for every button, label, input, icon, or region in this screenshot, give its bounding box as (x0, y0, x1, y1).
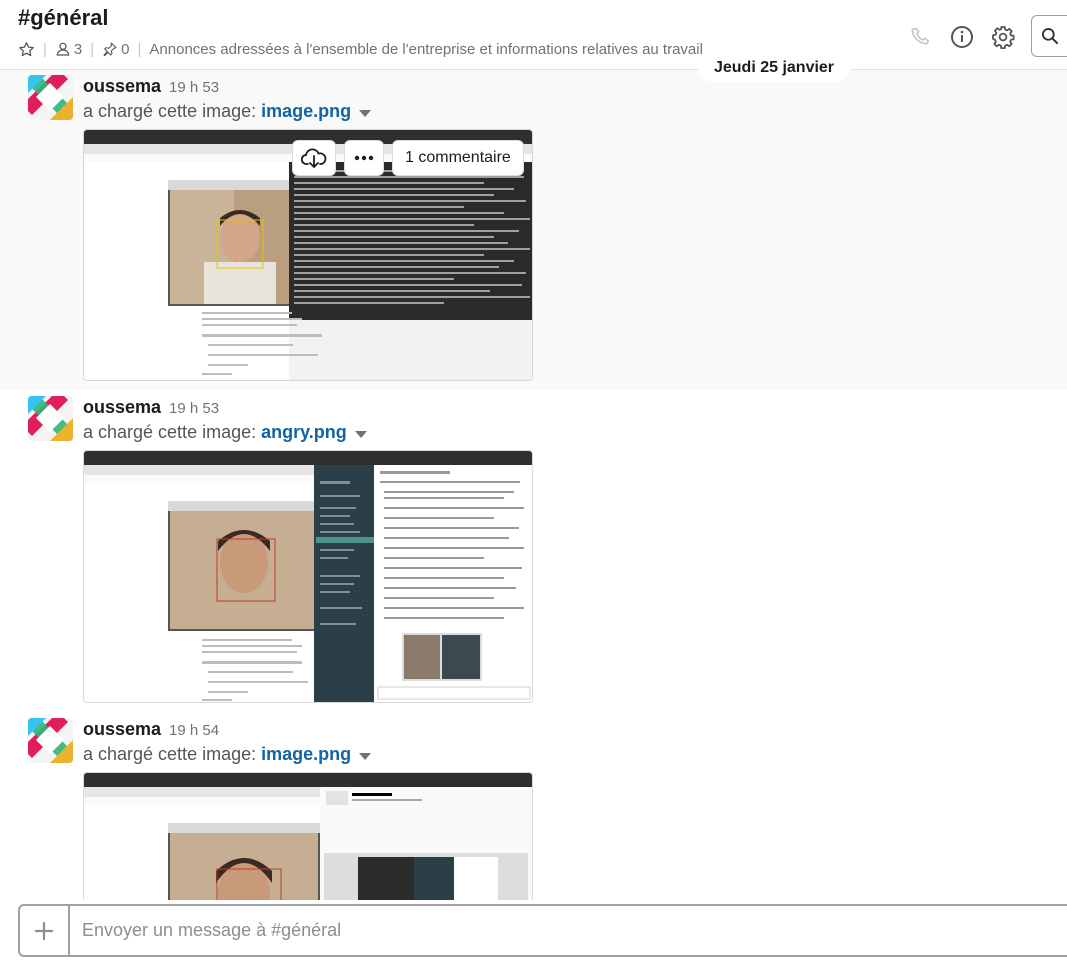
file-link[interactable]: angry.png (261, 422, 347, 443)
message-input[interactable] (70, 908, 1067, 953)
message-time[interactable]: 19 h 54 (169, 722, 219, 739)
message-action: a chargé cette image: (83, 422, 257, 442)
channel-meta: | 3 | 0 | Annonces adressées à l'ensembl… (18, 39, 703, 59)
chevron-down-icon[interactable] (359, 109, 372, 117)
message-author[interactable]: oussema (83, 719, 161, 740)
message-action: a chargé cette image: (83, 101, 257, 121)
message-author[interactable]: oussema (83, 76, 161, 97)
date-divider: Jeudi 25 janvier (698, 54, 850, 82)
channel-title[interactable]: #général (18, 5, 109, 31)
message-item[interactable]: oussema 19 h 53 a chargé cette image: an… (0, 390, 1067, 712)
phone-icon[interactable] (907, 23, 935, 51)
message-time[interactable]: 19 h 53 (169, 400, 219, 417)
channel-topic[interactable]: Annonces adressées à l'ensemble de l'ent… (149, 41, 703, 58)
avatar[interactable] (28, 75, 73, 120)
add-attachment-button[interactable] (20, 906, 70, 955)
star-icon[interactable] (18, 41, 35, 58)
message-composer (18, 904, 1067, 957)
member-count[interactable]: 3 (55, 41, 82, 58)
chevron-down-icon[interactable] (359, 752, 372, 760)
message-author[interactable]: oussema (83, 397, 161, 418)
message-action: a chargé cette image: (83, 744, 257, 764)
message-item[interactable]: oussema 19 h 53 a chargé cette image: im… (0, 70, 1067, 390)
gear-icon[interactable] (989, 23, 1017, 51)
message-list: oussema 19 h 53 a chargé cette image: im… (0, 70, 1067, 900)
image-preview[interactable] (83, 772, 533, 900)
member-count-value: 3 (73, 40, 83, 58)
message-time[interactable]: 19 h 53 (169, 79, 219, 96)
avatar[interactable] (28, 718, 73, 763)
search-icon[interactable] (1031, 15, 1067, 57)
file-link[interactable]: image.png (261, 744, 351, 765)
message-item[interactable]: oussema 19 h 54 a chargé cette image: im… (0, 712, 1067, 900)
channel-header: #général | 3 | 0 | Annonces adressées à … (0, 0, 1067, 70)
pinned-count[interactable]: 0 (102, 40, 130, 58)
avatar[interactable] (28, 396, 73, 441)
plus-icon (34, 921, 54, 940)
info-icon[interactable] (948, 23, 976, 51)
image-preview[interactable] (83, 450, 533, 703)
cloud-download-icon (301, 148, 327, 168)
chevron-down-icon[interactable] (354, 430, 367, 438)
pinned-count-value: 0 (121, 40, 130, 58)
download-button[interactable] (292, 140, 336, 176)
file-link[interactable]: image.png (261, 101, 351, 122)
comments-button[interactable]: 1 commentaire (392, 140, 524, 176)
person-icon (56, 42, 70, 56)
more-actions-button[interactable] (344, 140, 384, 176)
ellipsis-icon (354, 155, 374, 161)
pin-icon (103, 42, 117, 57)
